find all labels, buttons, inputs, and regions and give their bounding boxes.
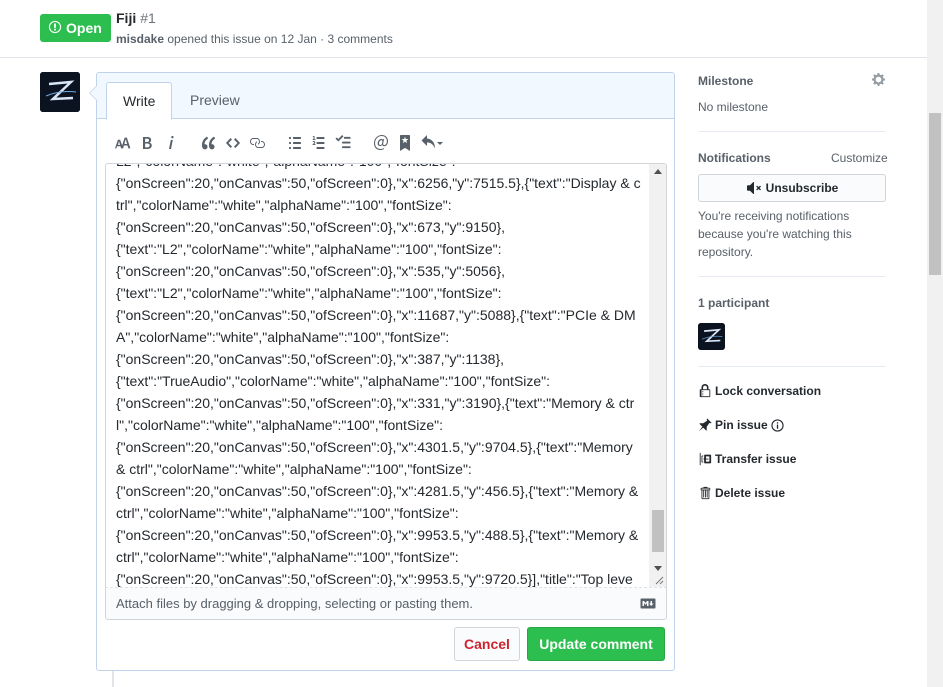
transfer-icon <box>699 452 712 466</box>
participant-avatar[interactable] <box>698 323 725 350</box>
code-icon[interactable] <box>221 131 245 155</box>
comment-textarea-value[interactable]: L2","colorName":"white","alphaName":"100… <box>116 164 644 587</box>
issue-opened-icon <box>48 20 62 37</box>
sidebar-divider <box>698 276 886 277</box>
issue-header: Open Fiji #1 misdake opened this issue on… <box>0 0 927 58</box>
notifications-reason: You're receiving notifications because y… <box>698 209 852 259</box>
numbered-list-icon[interactable] <box>307 131 331 155</box>
scroll-up-arrow-icon[interactable] <box>654 169 662 174</box>
delete-issue-label: Delete issue <box>715 486 786 500</box>
bulleted-list-icon[interactable] <box>283 131 307 155</box>
bold-icon[interactable] <box>135 131 159 155</box>
markdown-toolbar <box>111 131 447 155</box>
issue-number: #1 <box>140 10 156 26</box>
editor-tabbar: Write Preview <box>97 73 674 120</box>
markdown-icon[interactable] <box>640 598 656 609</box>
cancel-button[interactable]: Cancel <box>454 627 520 661</box>
issue-title: Fiji #1 <box>116 10 156 26</box>
info-icon[interactable] <box>771 418 784 432</box>
sidebar-divider <box>698 131 886 132</box>
text-size-icon[interactable] <box>111 131 135 155</box>
tab-write[interactable]: Write <box>106 82 173 120</box>
page-scroll-thumb[interactable] <box>929 113 941 275</box>
issue-meta: misdake opened this issue on 12 Jan · 3 … <box>116 32 393 46</box>
attach-files-bar[interactable]: Attach files by dragging & dropping, sel… <box>105 588 667 620</box>
task-list-icon[interactable] <box>331 131 355 155</box>
pin-issue-label: Pin issue <box>715 418 768 432</box>
mention-icon[interactable] <box>369 131 393 155</box>
avatar[interactable] <box>40 72 80 112</box>
milestone-value: No milestone <box>698 100 769 114</box>
lock-conversation-label: Lock conversation <box>715 384 822 398</box>
textarea-scrollbar[interactable] <box>649 164 666 587</box>
trash-icon <box>700 486 711 500</box>
attach-hint: Attach files by dragging & dropping, sel… <box>116 596 473 611</box>
participants-heading: 1 participant <box>698 296 770 310</box>
tab-preview[interactable]: Preview <box>174 82 256 119</box>
unsubscribe-label: Unsubscribe <box>765 181 839 195</box>
lock-icon <box>699 384 711 398</box>
reply-icon[interactable] <box>417 131 447 155</box>
link-icon[interactable] <box>245 131 269 155</box>
issue-title-text: Fiji <box>116 10 137 26</box>
delete-issue-link[interactable]: Delete issue <box>698 486 785 500</box>
transfer-issue-link[interactable]: Transfer issue <box>698 452 796 466</box>
quote-icon[interactable] <box>197 131 221 155</box>
state-badge: Open <box>40 14 111 42</box>
update-comment-button[interactable]: Update comment <box>527 627 665 661</box>
author-link[interactable]: misdake <box>116 32 164 46</box>
unsubscribe-button[interactable]: Unsubscribe <box>698 174 886 202</box>
pin-icon <box>698 418 712 432</box>
transfer-issue-label: Transfer issue <box>715 452 797 466</box>
italic-icon[interactable] <box>159 131 183 155</box>
lock-conversation-link[interactable]: Lock conversation <box>698 384 821 398</box>
gear-icon[interactable] <box>871 72 886 87</box>
sidebar-divider <box>698 366 886 367</box>
scroll-down-arrow-icon[interactable] <box>654 566 662 571</box>
page-scrollbar[interactable] <box>927 0 943 687</box>
resize-grip-icon[interactable] <box>654 575 664 585</box>
state-label: Open <box>66 20 102 36</box>
issue-meta-text: opened this issue on 12 Jan · 3 comments <box>167 32 393 46</box>
comment-textarea[interactable]: L2","colorName":"white","alphaName":"100… <box>105 163 667 588</box>
mute-icon <box>746 181 761 195</box>
scroll-thumb[interactable] <box>652 510 664 552</box>
milestone-heading[interactable]: Milestone <box>698 74 886 88</box>
customize-link[interactable]: Customize <box>831 151 888 165</box>
comment-edit-form: Write Preview L2","colorName":"white","a… <box>89 72 675 671</box>
pin-issue-link[interactable]: Pin issue <box>698 418 784 432</box>
bookmark-icon[interactable] <box>393 131 417 155</box>
